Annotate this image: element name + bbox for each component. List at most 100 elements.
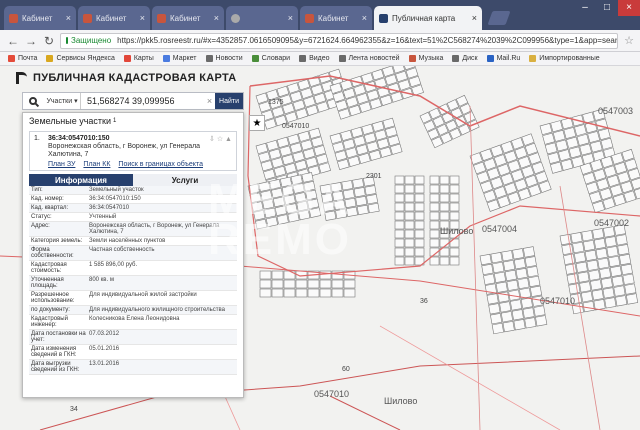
search-icon[interactable] bbox=[23, 93, 43, 109]
result-cadastral-number: 36:34:0547010:150 bbox=[48, 135, 110, 142]
tab-favicon-icon bbox=[231, 13, 240, 23]
info-key: Дата изменения сведений в ГКН: bbox=[31, 346, 77, 358]
close-icon[interactable]: × bbox=[472, 13, 477, 23]
secure-label: Защищено bbox=[71, 36, 112, 45]
panel-title: Земельные участки bbox=[29, 116, 112, 126]
browser-tab[interactable]: Кабинет × bbox=[78, 6, 150, 30]
close-icon[interactable]: × bbox=[362, 13, 367, 23]
lock-icon bbox=[66, 37, 68, 44]
info-row: Тип: Земельный участок bbox=[29, 186, 237, 195]
info-row: Кад. квартал: 36:34:0547010 bbox=[29, 204, 237, 213]
bookmark-icon bbox=[205, 55, 213, 62]
bookmark-star-icon[interactable]: ☆ bbox=[624, 34, 634, 47]
info-row: Дата изменения сведений в ГКН: 05.01.2016 bbox=[29, 345, 237, 360]
browser-tab[interactable]: × bbox=[226, 6, 298, 30]
result-item[interactable]: 1. 36:34:0547010:150 ⇩ ☆ ▲ Воронежская о… bbox=[29, 131, 237, 171]
bookmark-label: Новости bbox=[215, 55, 243, 62]
bookmark-label: Диск bbox=[462, 55, 478, 62]
map-label-quarter: 0547002 bbox=[594, 218, 630, 228]
info-row: Кад. номер: 36:34:0547010:150 bbox=[29, 195, 237, 204]
panel-count: 1 bbox=[113, 118, 117, 124]
result-controls-icon[interactable]: ⇩ ☆ ▲ bbox=[209, 135, 232, 143]
tab-label: Кабинет bbox=[96, 13, 127, 23]
minimize-icon[interactable]: – bbox=[574, 0, 596, 16]
info-value: Для индивидуального жилищного строительс… bbox=[89, 307, 225, 313]
search-input[interactable] bbox=[80, 93, 204, 109]
forward-arrow-icon[interactable]: → bbox=[24, 34, 38, 48]
info-value: Колесникова Елена Леонидовна bbox=[89, 316, 180, 322]
info-table: Тип: Земельный участок Кад. номер: 36:34:05… bbox=[29, 186, 237, 375]
map-label-parcel: 2301 bbox=[366, 173, 382, 180]
close-icon[interactable]: × bbox=[66, 13, 71, 23]
bookmark-icon bbox=[408, 55, 416, 62]
bookmark-icon bbox=[123, 55, 131, 62]
info-row: Форма собственности: Частная собственност… bbox=[29, 246, 237, 261]
map-label-parcel: 60 bbox=[342, 366, 350, 373]
search-in-bounds-link[interactable]: Поиск в границах объекта bbox=[118, 161, 203, 168]
bookmark-item[interactable]: Словари bbox=[251, 55, 290, 62]
browser-tab[interactable]: Кабинет × bbox=[152, 6, 224, 30]
clear-icon[interactable]: × bbox=[204, 96, 215, 106]
bookmark-item[interactable]: Mail.Ru bbox=[486, 55, 520, 62]
bookmark-item[interactable]: Сервисы Яндекса bbox=[46, 55, 115, 62]
map-label-village: Шилово bbox=[440, 226, 474, 236]
close-icon[interactable]: × bbox=[288, 13, 293, 23]
back-arrow-icon[interactable]: ← bbox=[6, 34, 20, 48]
bookmark-item[interactable]: Маркет bbox=[162, 55, 197, 62]
bookmark-icon bbox=[46, 55, 54, 62]
info-key: Кад. номер: bbox=[31, 196, 64, 202]
bookmark-item[interactable]: Диск bbox=[452, 55, 478, 62]
address-bar: ← → ↻ Защищено https://pkk5.rosreestr.ru… bbox=[0, 30, 640, 52]
map-label-village: Шилово bbox=[384, 396, 418, 406]
bookmark-item[interactable]: Карты bbox=[123, 55, 154, 62]
search-type-select[interactable]: Участки ▾ bbox=[43, 93, 81, 109]
bookmark-icon bbox=[338, 55, 346, 62]
bookmark-icon bbox=[486, 55, 494, 62]
bookmark-item[interactable]: Импортированные bbox=[529, 55, 600, 62]
info-key: Адрес: bbox=[31, 223, 50, 229]
map-label-quarter: 0547010 bbox=[282, 123, 310, 130]
url-input[interactable]: Защищено https://pkk5.rosreestr.ru/#x=43… bbox=[60, 32, 619, 49]
bookmark-icon bbox=[299, 55, 307, 62]
tab-information[interactable]: Информация bbox=[29, 174, 133, 186]
map-label-parcel: 34 bbox=[70, 406, 78, 413]
bookmark-item[interactable]: Видео bbox=[299, 55, 330, 62]
plan-zu-link[interactable]: План ЗУ bbox=[48, 161, 75, 168]
browser-tab[interactable]: Кабинет × bbox=[300, 6, 372, 30]
browser-tab-active[interactable]: Публичная карта × bbox=[374, 6, 482, 30]
info-row: Разрешенное использование: Для индивидуал… bbox=[29, 291, 237, 306]
bookmark-item[interactable]: Лента новостей bbox=[338, 55, 400, 62]
reload-icon[interactable]: ↻ bbox=[42, 34, 56, 48]
tab-favicon-icon bbox=[9, 13, 18, 23]
info-value: 800 кв. м bbox=[89, 277, 114, 283]
browser-tab[interactable]: Кабинет × bbox=[4, 6, 76, 30]
close-icon[interactable]: × bbox=[140, 13, 145, 23]
info-key: Категория земель: bbox=[31, 238, 83, 244]
bookmark-label: Видео bbox=[309, 55, 330, 62]
bookmark-label: Импортированные bbox=[539, 55, 600, 62]
map-label-parcel: 36 bbox=[420, 298, 428, 305]
find-button[interactable]: Найти bbox=[215, 93, 243, 109]
browser-tab-strip: Кабинет × Кабинет × Кабинет × × Кабинет × Пу… bbox=[0, 0, 640, 30]
info-row: Уточненная площадь: 800 кв. м bbox=[29, 276, 237, 291]
bookmark-item[interactable]: Новости bbox=[205, 55, 243, 62]
new-tab-button[interactable] bbox=[487, 11, 511, 25]
bookmark-star-icon[interactable]: ★ bbox=[249, 115, 265, 131]
tab-label: Кабинет bbox=[22, 13, 53, 23]
bookmark-item[interactable]: Почта bbox=[8, 55, 37, 62]
close-icon[interactable]: × bbox=[214, 13, 219, 23]
app-title: ПУБЛИЧНАЯ КАДАСТРОВАЯ КАРТА bbox=[33, 72, 237, 84]
map-label-parcel: 1375 bbox=[268, 99, 284, 106]
tab-favicon-icon bbox=[379, 13, 388, 23]
bookmark-item[interactable]: Музыка bbox=[408, 55, 443, 62]
window-close-icon[interactable]: × bbox=[618, 0, 640, 16]
bookmark-icon bbox=[162, 55, 170, 62]
bookmark-label: Маркет bbox=[172, 55, 197, 62]
info-value: Для индивидуальной жилой застройки bbox=[89, 292, 197, 298]
info-key: Дата выгрузки сведений из ГКН: bbox=[31, 361, 80, 373]
tab-favicon-icon bbox=[157, 13, 166, 23]
plan-kk-link[interactable]: План КК bbox=[83, 161, 110, 168]
info-row: Дата выгрузки сведений из ГКН: 13.01.2016 bbox=[29, 360, 237, 375]
maximize-icon[interactable]: □ bbox=[596, 0, 618, 16]
info-key: Форма собственности: bbox=[31, 247, 74, 259]
